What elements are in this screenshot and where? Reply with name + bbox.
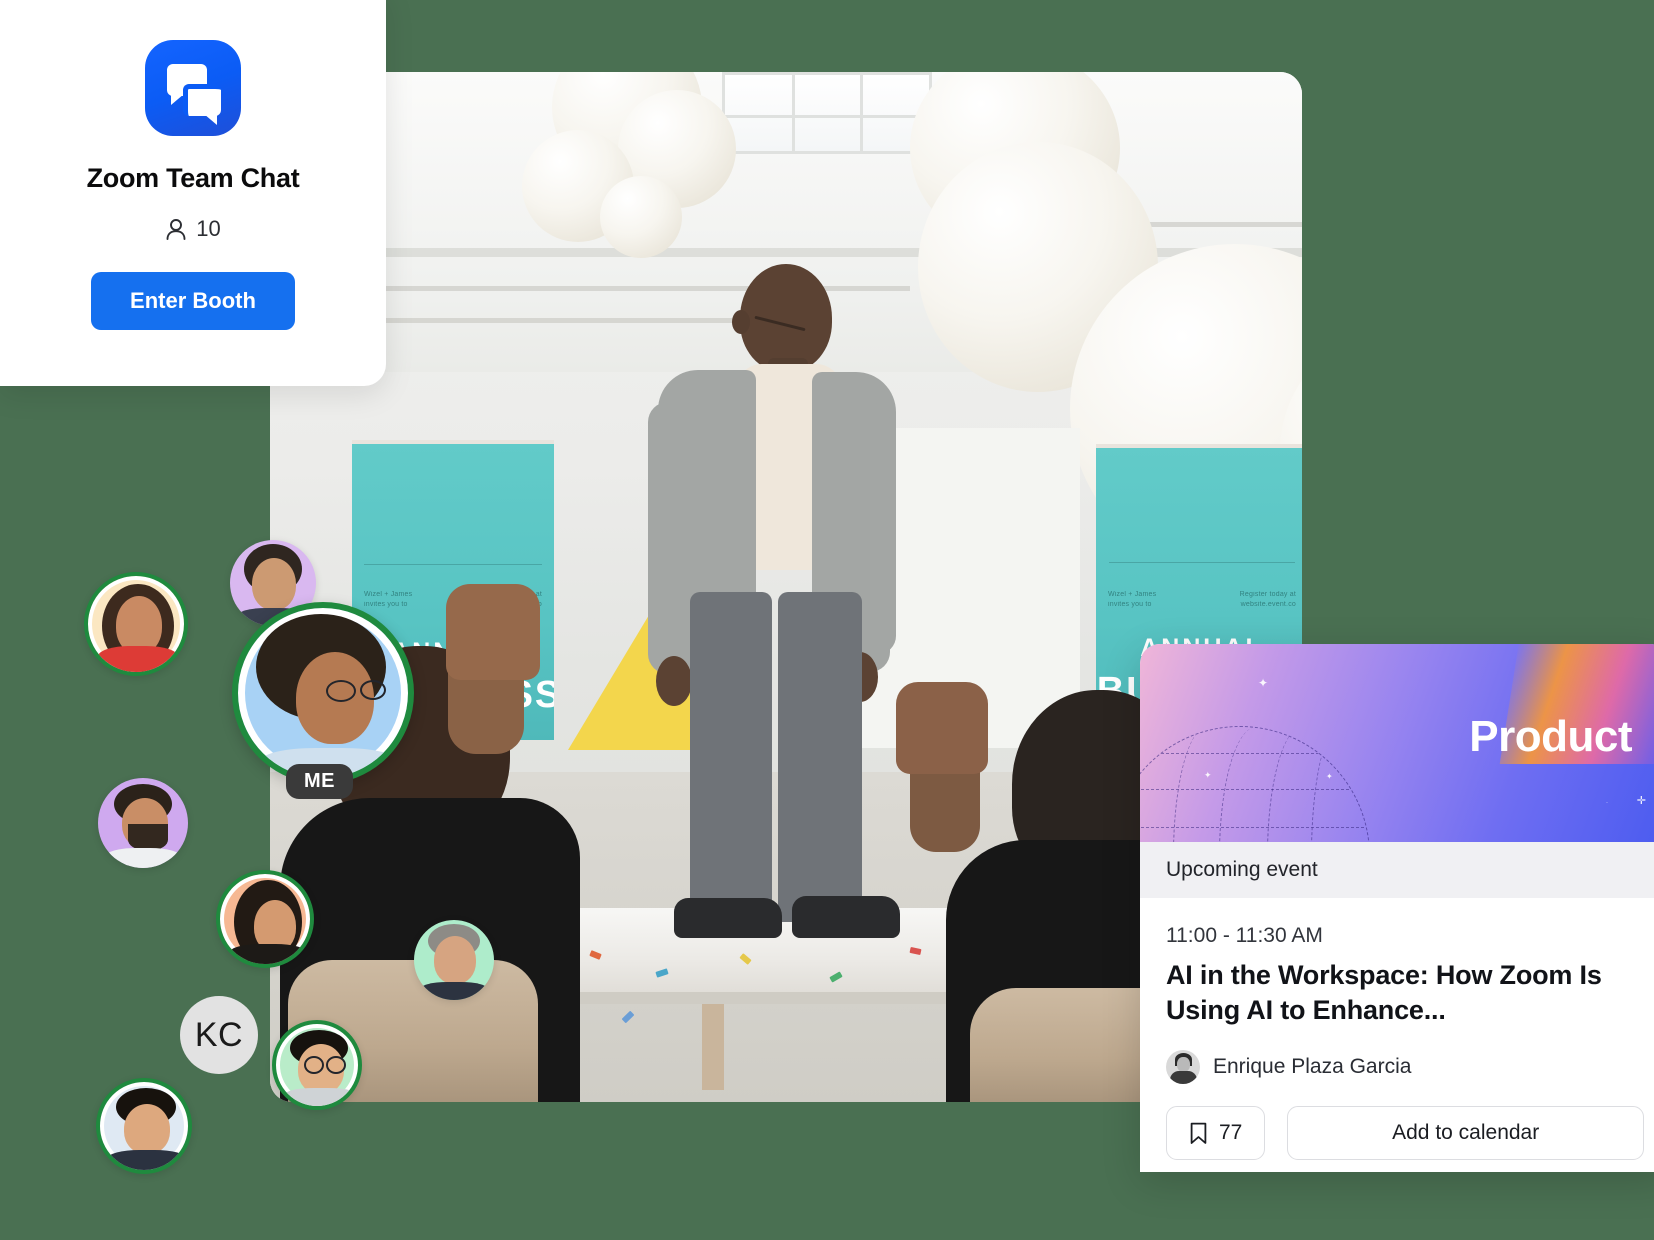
speaker-shoe-left bbox=[674, 898, 782, 938]
initials-text: KC bbox=[194, 1015, 244, 1054]
booth-participants-count: 10 bbox=[196, 216, 221, 241]
audience-hand-left bbox=[446, 584, 540, 680]
sparkle-icon: ✦ bbox=[1204, 770, 1212, 780]
participant-avatar-5[interactable] bbox=[414, 920, 494, 1000]
bookmark-button[interactable]: 77 bbox=[1166, 1106, 1266, 1161]
person-icon bbox=[166, 218, 186, 240]
booth-card: Zoom Team Chat 10 Enter Booth bbox=[0, 0, 386, 386]
bookmark-icon bbox=[1190, 1122, 1207, 1144]
bookmark-count: 77 bbox=[1219, 1121, 1243, 1145]
event-status-band: Upcoming event bbox=[1140, 842, 1654, 898]
chat-bubbles-icon bbox=[145, 40, 241, 136]
audience-hand-right bbox=[896, 682, 988, 774]
banner-register: website.event.co bbox=[1240, 601, 1296, 608]
banner-register: Register today at bbox=[1239, 591, 1296, 598]
event-time: 11:00 - 11:30 AM bbox=[1166, 924, 1323, 947]
speaker-shoe-right bbox=[792, 896, 900, 938]
event-actions: 77 Add to calendar bbox=[1166, 1106, 1644, 1161]
platform-leg bbox=[702, 1004, 724, 1090]
participant-avatar-4[interactable] bbox=[216, 870, 314, 968]
participant-avatar-me[interactable] bbox=[232, 602, 414, 784]
banner-eyebrow: Wizel + James bbox=[364, 591, 413, 598]
event-category-label: Product bbox=[1469, 712, 1632, 761]
add-to-calendar-button[interactable]: Add to calendar bbox=[1287, 1106, 1644, 1161]
banner-eyebrow: invites you to bbox=[1108, 601, 1152, 608]
sparkle-icon: ✦ bbox=[1258, 676, 1269, 690]
self-badge: ME bbox=[286, 764, 353, 799]
participant-avatar-1[interactable] bbox=[84, 572, 188, 676]
banner-eyebrow: Wizel + James bbox=[1108, 591, 1157, 598]
speaker-leg-right bbox=[778, 592, 862, 922]
speaker-hand-left bbox=[656, 656, 692, 706]
enter-booth-button[interactable]: Enter Booth bbox=[91, 272, 295, 330]
speaker-ear bbox=[732, 310, 750, 334]
sparkle-icon: · bbox=[1606, 800, 1608, 806]
page-root: Wizel + James invites you to Register to… bbox=[0, 0, 1654, 1240]
event-details: 11:00 - 11:30 AM AI in the Workspace: Ho… bbox=[1140, 898, 1654, 1161]
scene-window bbox=[722, 72, 932, 154]
participant-avatar-7[interactable] bbox=[96, 1078, 192, 1174]
participant-avatar-6[interactable] bbox=[272, 1020, 362, 1110]
speaker-leg-left bbox=[690, 592, 772, 922]
speaker-avatar bbox=[1166, 1050, 1200, 1085]
participant-avatar-initials[interactable]: KC bbox=[180, 996, 258, 1074]
balloon bbox=[600, 176, 682, 258]
booth-title: Zoom Team Chat bbox=[86, 163, 300, 193]
event-title: AI in the Workspace: How Zoom Is Using A… bbox=[1166, 960, 1602, 1026]
event-speaker: Enrique Plaza Garcia bbox=[1166, 1050, 1644, 1085]
status-badge: Upcoming event bbox=[1166, 858, 1318, 881]
wireframe-globe-icon bbox=[1140, 726, 1370, 842]
sparkle-icon: ✦ bbox=[1326, 772, 1333, 781]
event-hero: ✦ ✦ ✦ ✛ · Product bbox=[1140, 644, 1654, 842]
speaker-name: Enrique Plaza Garcia bbox=[1213, 1055, 1412, 1079]
sparkle-icon: ✛ bbox=[1636, 795, 1646, 807]
upcoming-event-card: ✦ ✦ ✦ ✛ · Product Upcoming event 11:00 -… bbox=[1140, 644, 1654, 1172]
participant-avatar-3[interactable] bbox=[98, 778, 188, 868]
booth-participants: 10 bbox=[165, 216, 221, 242]
